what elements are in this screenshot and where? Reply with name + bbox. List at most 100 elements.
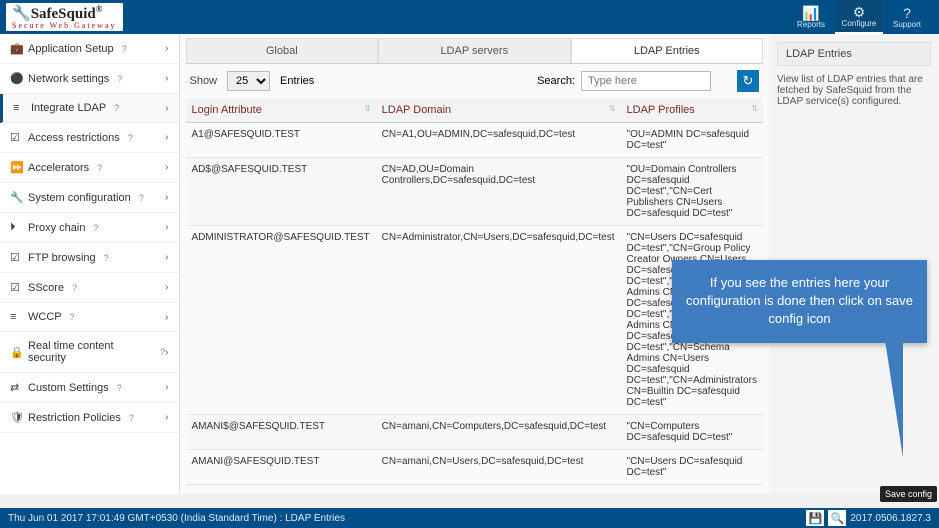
column-header[interactable]: LDAP Domain⇅ (376, 98, 621, 123)
sidebar-icon: ☑ (10, 281, 22, 294)
cell-domain: CN=amani,CN=Users,DC=safesquid,DC=test (376, 450, 621, 485)
chevron-right-icon: › (165, 132, 168, 143)
info-icon: ? (139, 193, 144, 203)
info-icon: ? (114, 103, 119, 113)
cell-profiles: "OU=ADMIN DC=safesquid DC=test" (621, 123, 763, 158)
sidebar-item-label: System configuration (28, 192, 131, 204)
sidebar-item-label: WCCP (28, 311, 62, 323)
chevron-right-icon: › (165, 412, 168, 423)
logo-sub: Secure Web Gateway (12, 21, 117, 30)
sidebar-icon: ≡ (13, 102, 25, 114)
right-panel-desc: View list of LDAP entries that are fetch… (777, 74, 931, 107)
sidebar-item-label: FTP browsing (28, 252, 96, 264)
sidebar-item-label: Real time content security (28, 340, 152, 364)
chevron-right-icon: › (165, 382, 168, 393)
sidebar-item-network-settings[interactable]: ⚫ Network settings? › (0, 64, 179, 94)
cell-domain: CN=amani,CN=Computers,DC=safesquid,DC=te… (376, 415, 621, 450)
sidebar-item-label: Restriction Policies (28, 412, 121, 424)
cell-login: ADMINISTRATOR@SAFESQUID.TEST (186, 226, 376, 415)
chevron-right-icon: › (165, 73, 168, 84)
support-icon: ? (903, 6, 911, 20)
cell-profiles: "CN=Computers DC=safesquid DC=test" (621, 415, 763, 450)
page-size-select[interactable]: 25 (227, 71, 270, 91)
sidebar-item-label: Custom Settings (28, 382, 109, 394)
cell-domain: CN=A1,OU=ADMIN,DC=safesquid,DC=test (376, 123, 621, 158)
cell-domain: CN=AMIT-K,CN=Computers,DC=safesquid,DC=t… (376, 485, 621, 489)
sidebar-item-restriction-policies[interactable]: 🛡 Restriction Policies? › (0, 403, 179, 433)
callout-tip: If you see the entries here your configu… (672, 260, 927, 343)
cell-login: A1@SAFESQUID.TEST (186, 123, 376, 158)
sidebar-item-label: Accelerators (28, 162, 89, 174)
refresh-button[interactable]: ↻ (737, 70, 759, 92)
sidebar-item-label: Network settings (28, 73, 109, 85)
configure-icon: ⚙ (853, 5, 866, 19)
sidebar-icon: ☑ (10, 131, 22, 144)
sidebar-item-real-time-content-security[interactable]: 🔒Real time content security?› (0, 332, 179, 373)
info-icon: ? (97, 163, 102, 173)
table-row[interactable]: AMANI@SAFESQUID.TESTCN=amani,CN=Users,DC… (186, 450, 763, 485)
cell-profiles: "OU=Domain Controllers DC=safesquid DC=t… (621, 158, 763, 226)
footer: Thu Jun 01 2017 17:01:49 GMT+0530 (India… (0, 508, 939, 528)
show-label: Show (190, 75, 218, 87)
sort-icon: ⇅ (751, 104, 757, 113)
sidebar-item-proxy-chain[interactable]: ⏵Proxy chain?› (0, 213, 179, 243)
cell-domain: CN=AD,OU=Domain Controllers,DC=safesquid… (376, 158, 621, 226)
sidebar-item-integrate-ldap[interactable]: ≡ Integrate LDAP? › (0, 94, 179, 123)
sidebar-icon: ≡ (10, 311, 22, 323)
info-icon: ? (93, 223, 98, 233)
info-icon: ? (122, 44, 127, 54)
sidebar-item-label: SScore (28, 282, 64, 294)
info-icon: ? (129, 413, 134, 423)
configure-button[interactable]: ⚙Configure (835, 0, 883, 34)
sidebar-item-application-setup[interactable]: 💼Application Setup?› (0, 34, 179, 64)
sidebar-item-sscore[interactable]: ☑SScore?› (0, 273, 179, 303)
search-input[interactable] (581, 71, 711, 91)
reports-button[interactable]: 📊Reports (787, 0, 835, 34)
chevron-right-icon: › (165, 103, 168, 114)
sidebar-icon: ⏵ (10, 221, 22, 234)
search-config-button[interactable]: 🔍 (828, 510, 846, 526)
sidebar-item-accelerators[interactable]: ⏩Accelerators?› (0, 153, 179, 183)
cell-login: AMANI$@SAFESQUID.TEST (186, 415, 376, 450)
table-row[interactable]: AD$@SAFESQUID.TESTCN=AD,OU=Domain Contro… (186, 158, 763, 226)
save-config-button[interactable]: 💾 (806, 510, 824, 526)
sidebar-item-wccp[interactable]: ≡WCCP?› (0, 303, 179, 332)
sidebar-item-label: Integrate LDAP (31, 102, 106, 114)
sidebar-item-label: Proxy chain (28, 222, 85, 234)
tab-global[interactable]: Global (186, 38, 379, 63)
reports-icon: 📊 (802, 6, 819, 20)
sidebar-icon: ⇄ (10, 381, 22, 394)
sidebar-icon: ☑ (10, 251, 22, 264)
sidebar-icon: 🔒 (10, 346, 22, 359)
table-row[interactable]: A1@SAFESQUID.TESTCN=A1,OU=ADMIN,DC=safes… (186, 123, 763, 158)
sidebar-item-ftp-browsing[interactable]: ☑FTP browsing?› (0, 243, 179, 273)
footer-version: 2017.0506.1827.3 (850, 513, 931, 524)
sidebar-item-custom-settings[interactable]: ⇄Custom Settings?› (0, 373, 179, 403)
sidebar-item-access-restrictions[interactable]: ☑Access restrictions?› (0, 123, 179, 153)
cell-profiles: "CN=Computers DC=safesquid DC=test" (621, 485, 763, 489)
right-panel-title: LDAP Entries (777, 42, 931, 66)
support-button[interactable]: ?Support (883, 0, 931, 34)
cell-domain: CN=Administrator,CN=Users,DC=safesquid,D… (376, 226, 621, 415)
column-header[interactable]: LDAP Profiles⇅ (621, 98, 763, 123)
info-icon: ? (70, 312, 75, 322)
info-icon: ? (117, 74, 122, 84)
sidebar-icon: ⚫ (10, 72, 22, 85)
table-row[interactable]: AMANI$@SAFESQUID.TESTCN=amani,CN=Compute… (186, 415, 763, 450)
cell-login: AD$@SAFESQUID.TEST (186, 158, 376, 226)
info-icon: ? (104, 253, 109, 263)
sidebar-item-system-configuration[interactable]: 🔧System configuration?› (0, 183, 179, 213)
column-header[interactable]: Login Attribute⇅ (186, 98, 376, 123)
cell-login: AMANI@SAFESQUID.TEST (186, 450, 376, 485)
sidebar-icon: ⏩ (10, 161, 22, 174)
sidebar-item-label: Access restrictions (28, 132, 120, 144)
tab-ldap-entries[interactable]: LDAP Entries (571, 38, 764, 63)
chevron-right-icon: › (165, 347, 168, 358)
table-row[interactable]: AMIT-K$@SAFESQUID.TESTCN=AMIT-K,CN=Compu… (186, 485, 763, 489)
sort-icon: ⇅ (609, 104, 615, 113)
chevron-right-icon: › (165, 43, 168, 54)
tab-ldap-servers[interactable]: LDAP servers (378, 38, 571, 63)
sidebar-icon: 🛡 (10, 411, 22, 424)
top-actions: 📊Reports⚙Configure?Support (787, 0, 931, 34)
chevron-right-icon: › (165, 192, 168, 203)
